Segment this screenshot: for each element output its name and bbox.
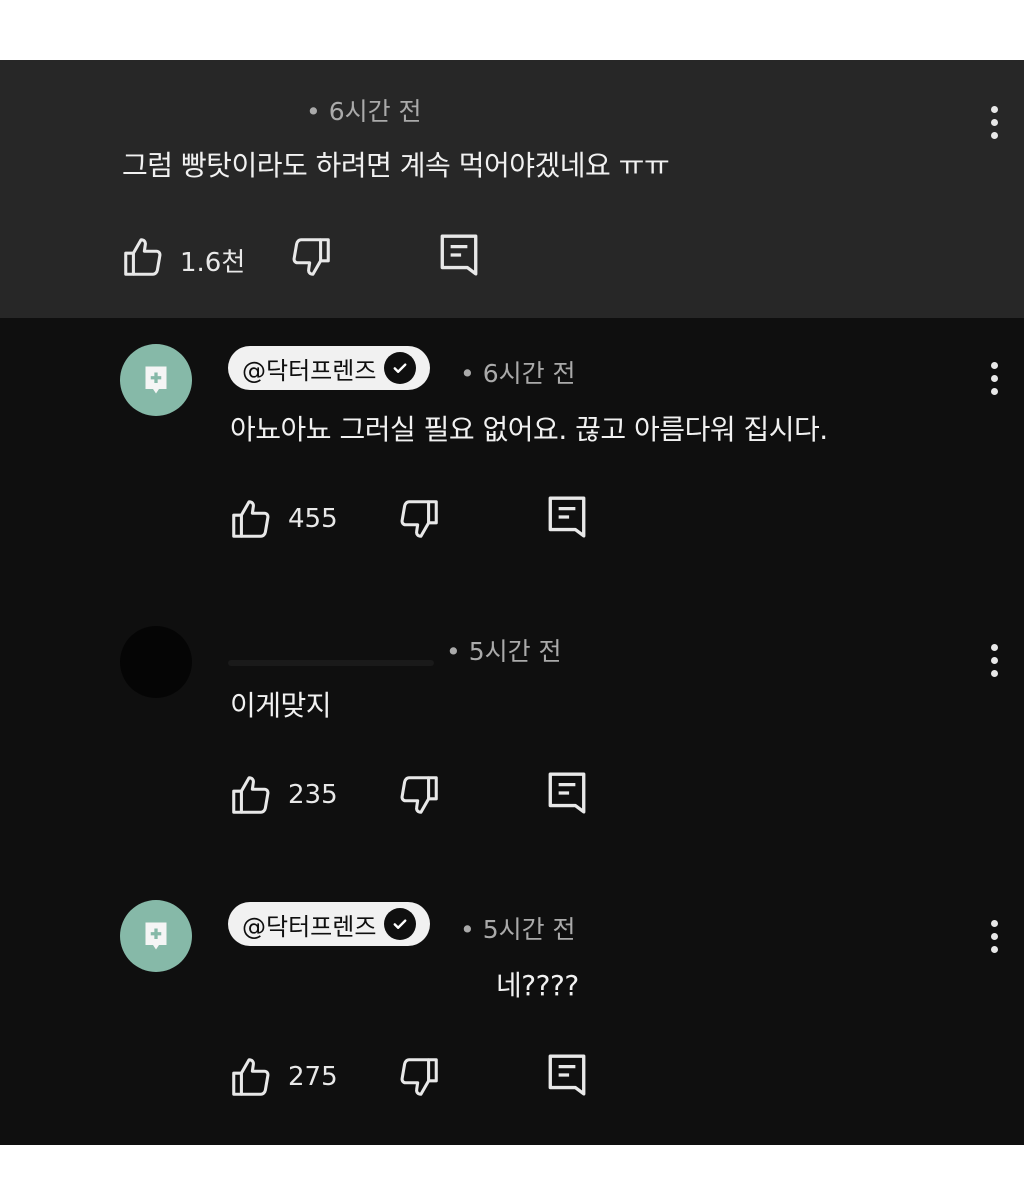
dislike-button[interactable] xyxy=(288,234,334,284)
like-count: 455 xyxy=(288,504,338,534)
reply-icon xyxy=(548,772,586,814)
channel-avatar[interactable] xyxy=(120,344,192,416)
reply-button[interactable] xyxy=(546,494,588,544)
like-icon xyxy=(232,1058,270,1096)
reply-item: • 5시간 전 이게맞지 235 xyxy=(0,588,1024,868)
user-avatar[interactable] xyxy=(120,626,192,698)
like-icon xyxy=(124,238,162,276)
dislike-icon xyxy=(400,500,438,538)
reply-icon xyxy=(548,1054,586,1096)
like-count: 1.6천 xyxy=(180,248,246,278)
dislike-button[interactable] xyxy=(396,1054,442,1104)
comment-time: • 6시간 전 xyxy=(460,359,576,388)
author-name: @닥터프렌즈 xyxy=(242,912,377,941)
more-options-button[interactable] xyxy=(984,920,1004,960)
more-vert-icon xyxy=(990,920,998,927)
comment-time: • 5시간 전 xyxy=(460,915,576,944)
reply-item: @닥터프렌즈 • 5시간 전 네???? 275 xyxy=(0,868,1024,1145)
reply-item: @닥터프렌즈 • 6시간 전 아뇨아뇨 그러실 필요 없어요. 끊고 아름다워 … xyxy=(0,318,1024,588)
reply-button[interactable] xyxy=(546,1052,588,1102)
like-icon xyxy=(232,776,270,814)
app-root: • 6시간 전 그럼 빵탓이라도 하려면 계속 먹어야겠네요 ㅠㅠ 1.6천 @… xyxy=(0,0,1024,1201)
comment-item: • 6시간 전 그럼 빵탓이라도 하려면 계속 먹어야겠네요 ㅠㅠ 1.6천 xyxy=(0,60,1024,318)
more-options-button[interactable] xyxy=(984,362,1004,402)
reply-button[interactable] xyxy=(546,770,588,820)
author-name-redacted xyxy=(228,660,434,666)
channel-avatar[interactable] xyxy=(120,900,192,972)
like-button[interactable] xyxy=(228,1054,274,1104)
more-options-button[interactable] xyxy=(984,106,1004,146)
more-options-button[interactable] xyxy=(984,644,1004,684)
author-chip[interactable]: @닥터프렌즈 xyxy=(228,902,431,946)
dislike-icon xyxy=(400,776,438,814)
comment-text: 아뇨아뇨 그러실 필요 없어요. 끊고 아름다워 집시다. xyxy=(230,413,828,446)
more-vert-icon xyxy=(990,362,998,369)
like-button[interactable] xyxy=(120,234,166,284)
author-name: @닥터프렌즈 xyxy=(242,356,377,385)
verified-check-icon xyxy=(384,908,417,940)
channel-avatar-icon xyxy=(145,366,167,394)
dislike-icon xyxy=(292,238,330,276)
comment-time: • 6시간 전 xyxy=(306,97,422,126)
like-icon xyxy=(232,500,270,538)
reply-icon xyxy=(548,496,586,538)
comment-text: 이게맞지 xyxy=(230,689,332,722)
like-count: 235 xyxy=(288,780,338,810)
reply-button[interactable] xyxy=(438,232,480,282)
reply-icon xyxy=(440,234,478,276)
like-count: 275 xyxy=(288,1062,338,1092)
like-button[interactable] xyxy=(228,496,274,546)
channel-avatar-icon xyxy=(145,922,167,950)
more-vert-icon xyxy=(990,644,998,651)
comment-text: 네???? xyxy=(496,969,579,1002)
like-button[interactable] xyxy=(228,772,274,822)
verified-check-icon xyxy=(384,352,417,384)
dislike-button[interactable] xyxy=(396,772,442,822)
dislike-button[interactable] xyxy=(396,496,442,546)
comment-section: • 6시간 전 그럼 빵탓이라도 하려면 계속 먹어야겠네요 ㅠㅠ 1.6천 @… xyxy=(0,60,1024,1145)
comment-text: 그럼 빵탓이라도 하려면 계속 먹어야겠네요 ㅠㅠ xyxy=(122,149,670,182)
more-vert-icon xyxy=(990,106,998,113)
dislike-icon xyxy=(400,1058,438,1096)
author-chip[interactable]: @닥터프렌즈 xyxy=(228,346,431,390)
comment-time: • 5시간 전 xyxy=(446,637,562,666)
